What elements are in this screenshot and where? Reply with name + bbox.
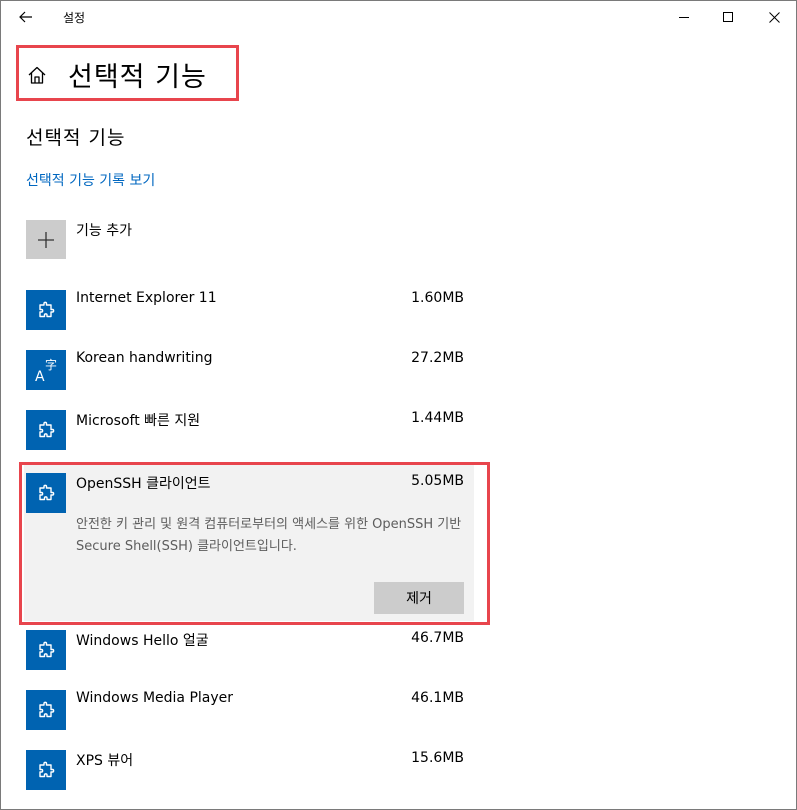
minimize-button[interactable] — [661, 1, 707, 33]
add-feature-button[interactable] — [26, 220, 66, 259]
feature-name: Korean handwriting — [76, 350, 213, 366]
feature-size: 27.2MB — [411, 350, 464, 366]
feature-size: 1.44MB — [411, 410, 464, 426]
close-icon — [768, 11, 780, 23]
maximize-icon — [723, 12, 733, 22]
minimize-icon — [679, 17, 689, 18]
feature-size: 1.60MB — [411, 290, 464, 306]
back-button[interactable] — [9, 3, 43, 31]
feature-item-windows-hello-face[interactable]: Windows Hello 얼굴 46.7MB — [26, 630, 466, 672]
puzzle-icon — [26, 410, 66, 450]
feature-history-link[interactable]: 선택적 기능 기록 보기 — [26, 170, 155, 190]
language-icon: 字 A — [26, 350, 66, 390]
section-title: 선택적 기능 — [26, 127, 126, 149]
puzzle-icon — [26, 690, 66, 730]
feature-size: 46.7MB — [411, 630, 464, 646]
feature-item-internet-explorer[interactable]: Internet Explorer 11 1.60MB — [26, 290, 466, 332]
back-arrow-icon — [19, 11, 32, 23]
svg-text:A: A — [35, 369, 45, 385]
feature-name: Microsoft 빠른 지원 — [76, 413, 201, 429]
puzzle-icon — [26, 750, 66, 790]
feature-name: Windows Media Player — [76, 690, 234, 706]
add-feature-label[interactable]: 기능 추가 — [76, 220, 132, 240]
feature-name: Windows Hello 얼굴 — [76, 633, 209, 649]
feature-name: Internet Explorer 11 — [76, 290, 217, 306]
puzzle-icon — [26, 630, 66, 670]
plus-icon — [38, 231, 54, 248]
feature-name: XPS 뷰어 — [76, 753, 134, 769]
svg-text:字: 字 — [45, 357, 57, 372]
feature-size: 15.6MB — [411, 750, 464, 766]
title-bar: 설정 — [1, 1, 796, 33]
feature-size: 46.1MB — [411, 690, 464, 706]
feature-item-korean-handwriting[interactable]: 字 A Korean handwriting 27.2MB — [26, 350, 466, 392]
feature-item-quick-assist[interactable]: Microsoft 빠른 지원 1.44MB — [26, 410, 466, 452]
feature-item-windows-media-player[interactable]: Windows Media Player 46.1MB — [26, 690, 466, 732]
feature-item-xps-viewer[interactable]: XPS 뷰어 15.6MB — [26, 750, 466, 792]
puzzle-icon — [26, 290, 66, 330]
settings-window: 설정 선택적 기능 선택적 기능 선택적 기능 기록 보기 기능 추가 Inte… — [0, 0, 797, 810]
expanded-item-highlight-box — [19, 462, 490, 625]
maximize-button[interactable] — [705, 1, 751, 33]
header-highlight-box — [16, 45, 239, 101]
window-title: 설정 — [63, 11, 86, 25]
close-button[interactable] — [751, 1, 797, 33]
